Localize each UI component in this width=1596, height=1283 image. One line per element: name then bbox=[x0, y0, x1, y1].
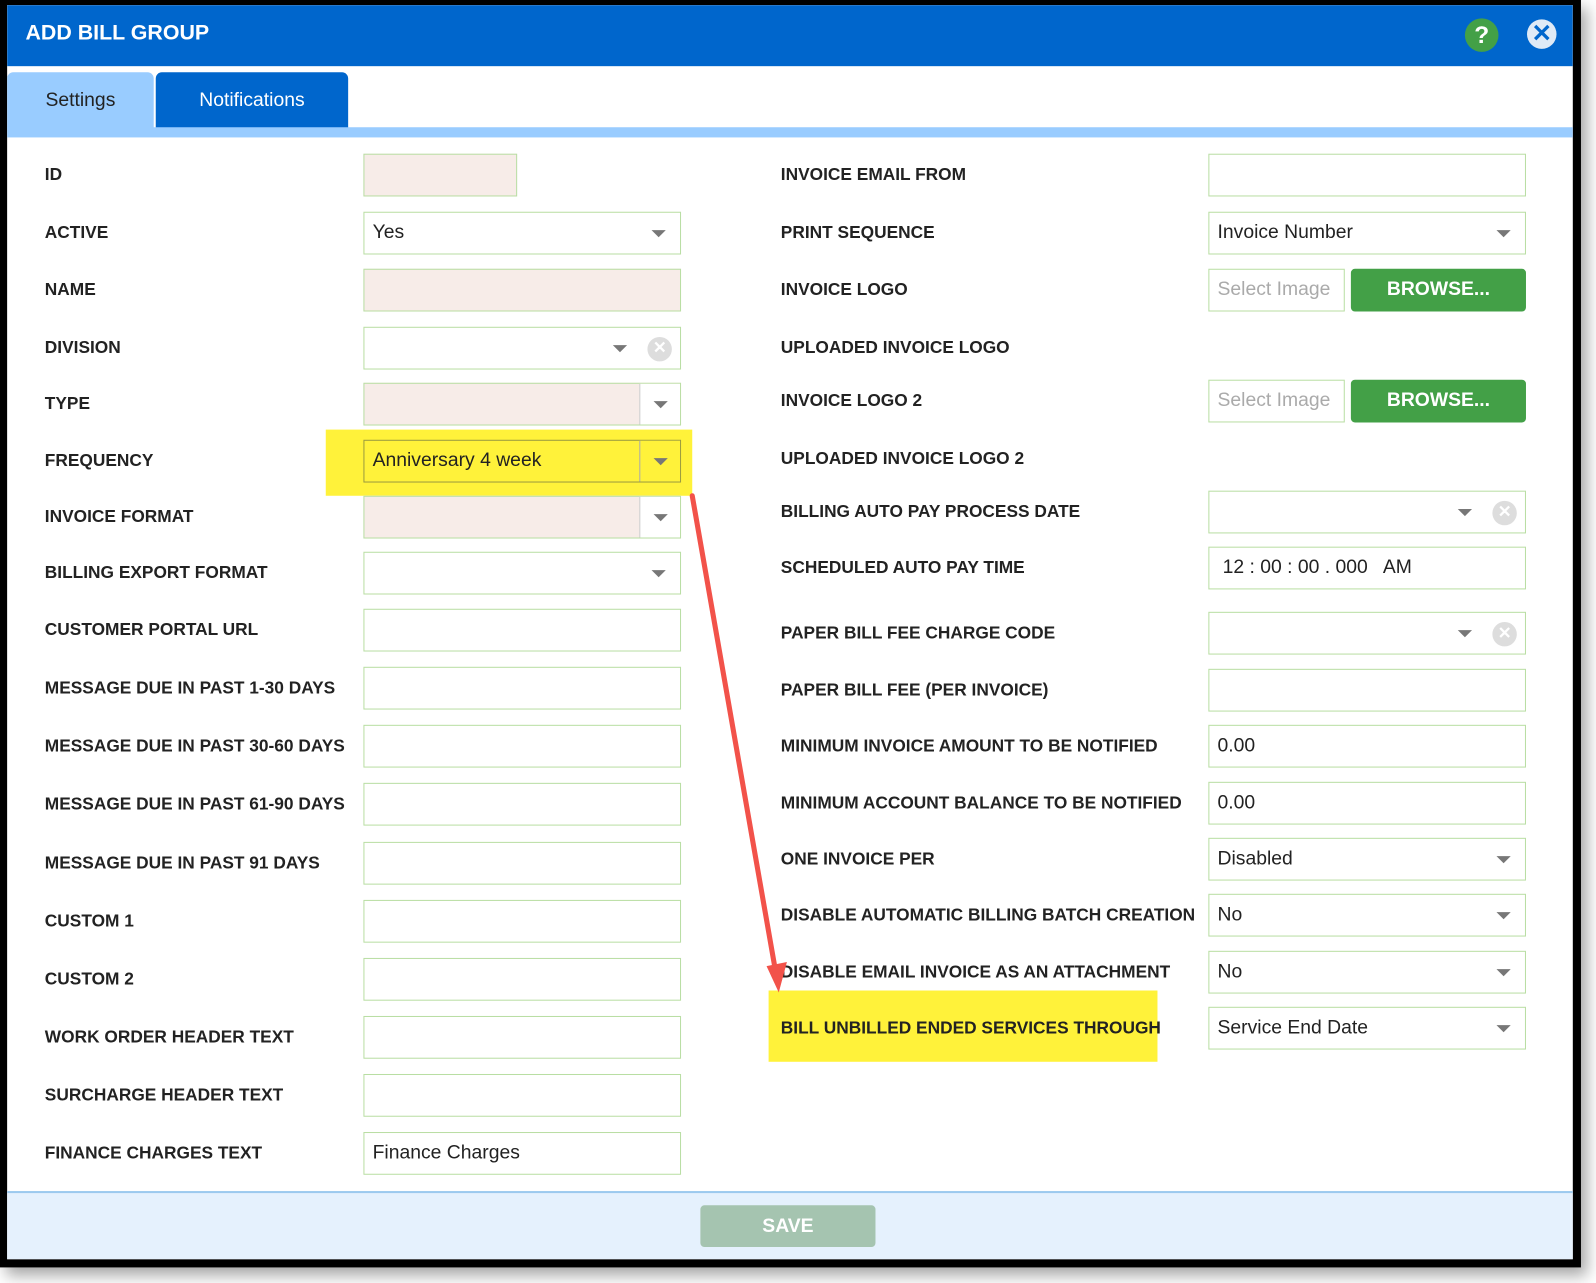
dialog-footer: SAVE bbox=[7, 1191, 1573, 1260]
annotation-arrow bbox=[689, 493, 787, 993]
save-button[interactable]: SAVE bbox=[700, 1205, 876, 1248]
add-bill-group-dialog: ADD BILL GROUP ? ✕ Settings Notification… bbox=[7, 5, 1573, 1260]
